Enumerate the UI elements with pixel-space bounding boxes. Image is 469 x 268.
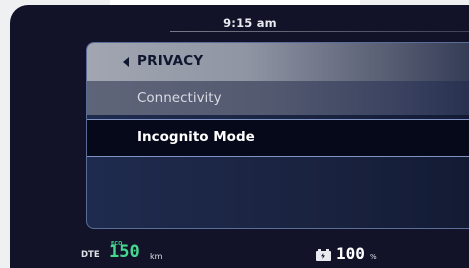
- top-divider: [170, 31, 469, 32]
- privacy-menu-panel: PRIVACY Connectivity Incognito Mode: [86, 42, 469, 229]
- battery-charging-icon: [316, 249, 331, 261]
- menu-item-incognito-mode[interactable]: Incognito Mode: [87, 119, 469, 157]
- clock-time: 9:15 am: [223, 16, 277, 30]
- range-unit: km: [150, 252, 163, 261]
- display-screen: 9:15 am PRIVACY Connectivity Incognito M…: [10, 5, 469, 268]
- dte-label: DTE: [81, 250, 100, 260]
- menu-item-label: Connectivity: [137, 90, 222, 106]
- menu-item-label: Incognito Mode: [137, 129, 255, 145]
- menu-title: PRIVACY: [137, 53, 204, 69]
- battery-value: 100: [336, 244, 365, 263]
- battery-unit: %: [370, 253, 377, 261]
- menu-item-connectivity[interactable]: Connectivity: [87, 81, 469, 115]
- caret-left-icon[interactable]: [123, 57, 129, 67]
- range-value: 150: [109, 242, 140, 262]
- menu-header[interactable]: PRIVACY: [87, 43, 469, 81]
